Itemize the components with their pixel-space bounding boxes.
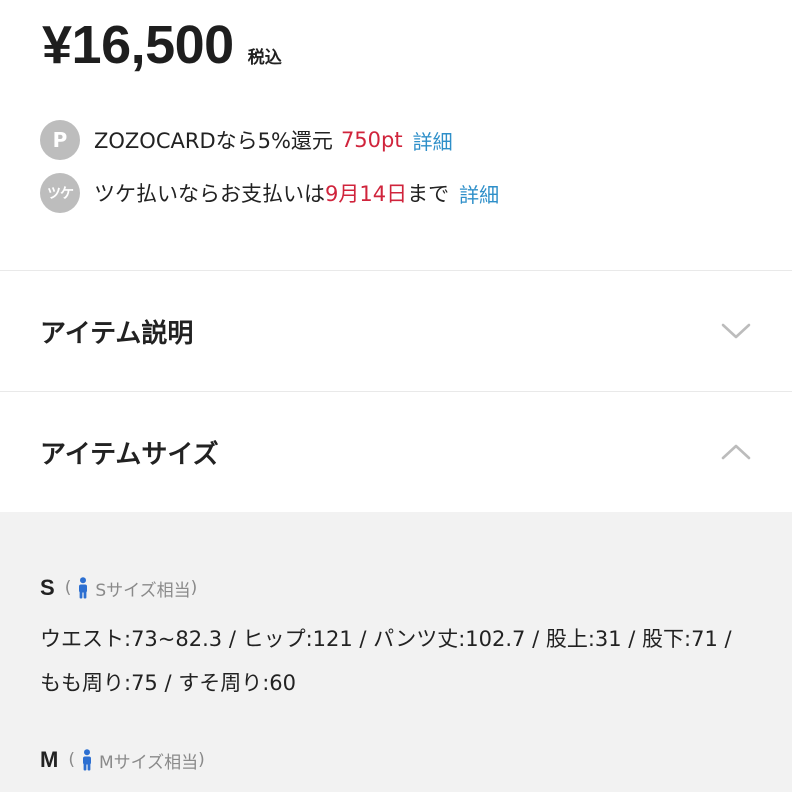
size-header: S ( Sサイズ相当 ) — [40, 575, 197, 601]
note-close-paren: ) — [190, 578, 198, 598]
size-panel: S ( Sサイズ相当 ) ウエスト:73~82.3 / ヒップ:121 / パン… — [0, 512, 792, 792]
price-amount: ¥16,500 — [42, 15, 234, 75]
size-code: M — [40, 747, 59, 772]
size-header: M ( Mサイズ相当 ) — [40, 747, 205, 773]
tsuke-badge-icon: ツケ — [40, 173, 80, 213]
item-description-title: アイテム説明 — [40, 318, 194, 349]
zozocard-text: ZOZOCARDなら5%還元 — [94, 129, 333, 153]
person-icon — [79, 577, 88, 599]
tax-label: 税込 — [247, 48, 282, 68]
note-text: Mサイズ相当 — [98, 752, 199, 773]
size-measurements: ウエスト:73~82.3 / ヒップ:121 / パンツ丈:102.7 / 股上… — [40, 627, 732, 695]
tsuke-due-date: 9月14日 — [325, 182, 408, 206]
chevron-down-icon — [721, 323, 751, 339]
item-size-accordion[interactable]: アイテムサイズ — [0, 392, 792, 512]
point-badge-icon: P — [40, 120, 80, 160]
note-text: Sサイズ相当 — [95, 580, 191, 601]
person-icon — [82, 749, 91, 771]
size-code: S — [40, 575, 55, 600]
price-row: ¥16,500 税込 — [42, 18, 282, 72]
tsuke-text-before: ツケ払いならお支払いは — [94, 182, 325, 206]
point-amount: 750pt — [340, 128, 403, 152]
note-open-paren: ( — [64, 578, 72, 598]
zozocard-detail-link[interactable]: 詳細 — [413, 126, 453, 155]
note-close-paren: ) — [198, 750, 205, 770]
item-size-title: アイテムサイズ — [40, 439, 219, 470]
tsuke-text-after: まで — [407, 182, 450, 206]
size-equivalent-note: ( Mサイズ相当 ) — [68, 748, 205, 773]
note-open-paren: ( — [68, 750, 75, 770]
tsuke-detail-link[interactable]: 詳細 — [459, 179, 499, 208]
price-section: ¥16,500 税込 P ZOZOCARDなら5%還元 750pt 詳細 ツケ … — [0, 0, 792, 270]
item-description-accordion[interactable]: アイテム説明 — [0, 271, 792, 391]
size-equivalent-note: ( Sサイズ相当 ) — [64, 576, 198, 601]
chevron-up-icon — [721, 444, 751, 460]
zozocard-point-row: P ZOZOCARDなら5%還元 750pt 詳細 — [40, 120, 453, 160]
tsuke-payment-row: ツケ ツケ払いならお支払いは 9月14日 まで 詳細 — [40, 173, 499, 213]
